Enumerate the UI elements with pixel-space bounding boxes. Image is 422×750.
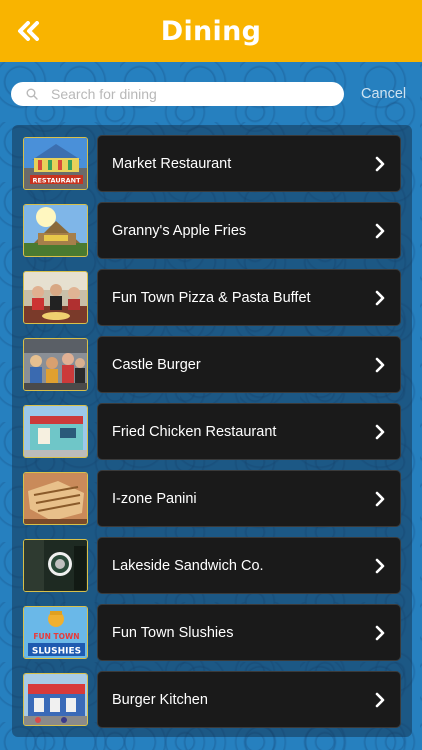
chevron-right-icon (375, 156, 385, 172)
search-icon (25, 87, 39, 101)
list-item-card[interactable]: Fun Town Pizza & Pasta Buffet (97, 269, 401, 326)
dining-list: RESTAURANT Market Restaurant Granny's Ap… (12, 125, 412, 737)
thumb-text: FUN TOWN (33, 632, 79, 641)
list-item-label: Granny's Apple Fries (112, 222, 247, 239)
list-item-label: Fun Town Pizza & Pasta Buffet (112, 289, 311, 306)
list-item[interactable]: I-zone Panini (23, 470, 401, 528)
header-bar: Dining (0, 0, 422, 62)
burger-kitchen-thumb (23, 673, 88, 726)
list-item-card[interactable]: Fried Chicken Restaurant (97, 403, 401, 460)
search-box[interactable] (11, 82, 344, 106)
list-item-label: Fried Chicken Restaurant (112, 423, 277, 440)
chevron-right-icon (375, 491, 385, 507)
thumb-text: SLUSHIES (32, 647, 81, 657)
list-item-card[interactable]: Fun Town Slushies (97, 604, 401, 661)
list-item-label: Burger Kitchen (112, 691, 208, 708)
list-item[interactable]: FUN TOWN SLUSHIES Fun Town Slushies (23, 604, 401, 662)
page-title: Dining (160, 15, 262, 47)
chevron-right-icon (375, 424, 385, 440)
panini-thumb (23, 472, 88, 525)
list-item-label: Castle Burger (112, 356, 201, 373)
cancel-button[interactable]: Cancel (361, 86, 406, 102)
list-item[interactable]: Burger Kitchen (23, 671, 401, 729)
search-row: Cancel (11, 81, 411, 107)
back-button[interactable] (16, 19, 42, 43)
chevron-right-icon (375, 558, 385, 574)
grannys-apple-fries-thumb (23, 204, 88, 257)
list-item[interactable]: Lakeside Sandwich Co. (23, 537, 401, 595)
list-item-card[interactable]: I-zone Panini (97, 470, 401, 527)
fried-chicken-thumb (23, 405, 88, 458)
pizza-buffet-thumb (23, 271, 88, 324)
market-restaurant-thumb: RESTAURANT (23, 137, 88, 190)
chevron-right-icon (375, 692, 385, 708)
list-item-label: Lakeside Sandwich Co. (112, 557, 264, 574)
list-item-label: I-zone Panini (112, 490, 197, 507)
list-item-card[interactable]: Market Restaurant (97, 135, 401, 192)
search-input[interactable] (51, 86, 311, 102)
chevron-right-icon (375, 357, 385, 373)
thumb-text: RESTAURANT (32, 177, 81, 185)
chevron-right-icon (375, 625, 385, 641)
list-item-card[interactable]: Castle Burger (97, 336, 401, 393)
chevron-right-icon (375, 223, 385, 239)
list-item-label: Market Restaurant (112, 155, 232, 172)
list-item[interactable]: Fun Town Pizza & Pasta Buffet (23, 269, 401, 327)
list-item[interactable]: Granny's Apple Fries (23, 202, 401, 260)
list-item-label: Fun Town Slushies (112, 624, 234, 641)
list-item[interactable]: Fried Chicken Restaurant (23, 403, 401, 461)
slushies-thumb: FUN TOWN SLUSHIES (23, 606, 88, 659)
castle-burger-thumb (23, 338, 88, 391)
list-item[interactable]: RESTAURANT Market Restaurant (23, 135, 401, 193)
list-item-card[interactable]: Granny's Apple Fries (97, 202, 401, 259)
list-item-card[interactable]: Burger Kitchen (97, 671, 401, 728)
double-chevron-left-icon (18, 21, 39, 41)
list-item[interactable]: Castle Burger (23, 336, 401, 394)
chevron-right-icon (375, 290, 385, 306)
lakeside-sandwich-thumb (23, 539, 88, 592)
list-item-card[interactable]: Lakeside Sandwich Co. (97, 537, 401, 594)
